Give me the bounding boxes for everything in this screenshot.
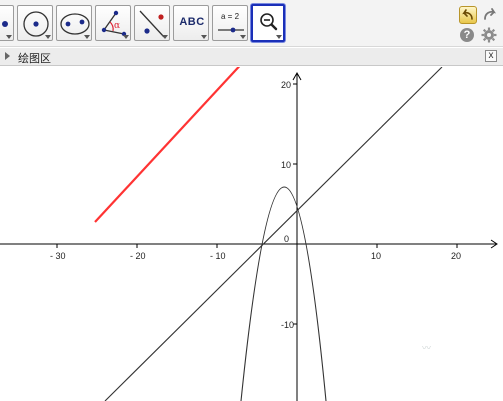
text-tool[interactable]: ABC [173, 5, 209, 41]
parabola-graph[interactable] [240, 186, 327, 401]
gear-icon [481, 27, 497, 43]
redo-button[interactable] [481, 6, 499, 24]
angle-glyph: α [114, 21, 120, 31]
conic-tool[interactable] [56, 5, 92, 41]
collapse-arrow-icon[interactable] [5, 52, 10, 60]
settings-button[interactable] [481, 27, 497, 43]
x-tick-label: - 10 [210, 251, 226, 261]
x-tick-label: - 20 [130, 251, 146, 261]
line-graph[interactable] [104, 67, 443, 401]
slider-tool[interactable]: a = 2 [212, 5, 248, 41]
red-arrow-annotation [94, 67, 241, 223]
undo-icon [462, 9, 473, 20]
graphics-view-header: 绘图区 x [0, 48, 503, 66]
graphics-view-title: 绘图区 [18, 53, 51, 65]
graphics-view[interactable]: - 30 - 20 - 10 10 20 20 10 -10 0 〰 [0, 67, 503, 401]
text-tool-label: ABC [179, 16, 205, 28]
angle-tool[interactable]: α [95, 5, 131, 41]
reflect-tool[interactable] [134, 5, 170, 41]
circle-center-point-tool[interactable] [17, 5, 53, 41]
redo-icon [484, 8, 497, 20]
toolbar: α ABC a = 2 ? [0, 0, 503, 47]
help-label: ? [463, 29, 471, 41]
x-tick-label: 20 [451, 251, 461, 261]
y-tick-label: 10 [281, 160, 291, 170]
undo-button[interactable] [459, 6, 477, 24]
help-button[interactable]: ? [460, 28, 474, 42]
watermark-mark: 〰 [422, 343, 432, 353]
y-tick-label: 20 [281, 80, 291, 90]
y-tick-label: -10 [281, 320, 294, 330]
x-tick-label: 10 [371, 251, 381, 261]
x-tick-label: - 30 [50, 251, 66, 261]
point-tool[interactable] [0, 5, 14, 41]
zoom-out-tool[interactable] [251, 4, 285, 42]
close-panel-button[interactable]: x [485, 50, 497, 62]
origin-label: 0 [284, 234, 289, 244]
geogebra-window: α ABC a = 2 ? 绘图区 x - 30 - 20 - 10 10 20… [0, 0, 503, 401]
